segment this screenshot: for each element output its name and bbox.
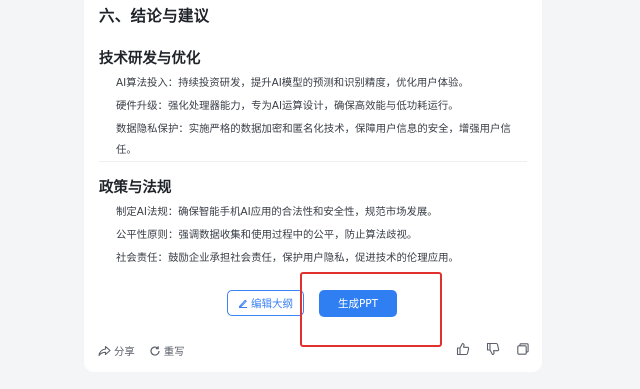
list-item: 硬件升级：强化处理器能力，专为AI运算设计，确保高效能与低功耗运行。 bbox=[116, 100, 459, 112]
section-title: 六、结论与建议 bbox=[99, 7, 210, 25]
list-item: 社会责任：鼓励企业承担社会责任，保护用户隐私，促进技术的伦理应用。 bbox=[116, 252, 459, 264]
share-label: 分享 bbox=[114, 346, 135, 358]
heading-tech-rnd: 技术研发与优化 bbox=[99, 51, 201, 67]
refresh-icon bbox=[149, 345, 161, 357]
list-item: 制定AI法规：确保智能手机AI应用的合法性和安全性，规范市场发展。 bbox=[116, 206, 438, 218]
rewrite-button[interactable]: 重写 bbox=[149, 343, 185, 358]
list-item: 公平性原则：强调数据收集和使用过程中的公平，防止算法歧视。 bbox=[116, 229, 418, 241]
share-icon bbox=[98, 345, 111, 357]
thumbs-down-icon[interactable] bbox=[486, 342, 500, 356]
edit-outline-button[interactable]: 编辑大纲 bbox=[227, 290, 304, 316]
share-button[interactable]: 分享 bbox=[98, 343, 135, 358]
list-item: 数据隐私保护：实施严格的数据加密和匿名化技术，保障用户信息的安全，增强用户信任。 bbox=[116, 123, 511, 156]
edit-outline-label: 编辑大纲 bbox=[251, 297, 293, 310]
copy-icon[interactable] bbox=[516, 342, 530, 356]
feedback-actions bbox=[456, 342, 530, 356]
edit-icon bbox=[238, 298, 248, 308]
thumbs-up-icon[interactable] bbox=[456, 342, 470, 356]
heading-policy: 政策与法规 bbox=[99, 180, 172, 196]
highlight-box bbox=[300, 272, 442, 347]
divider bbox=[99, 161, 527, 162]
list-item: AI算法投入：持续投资研发，提升AI模型的预测和识别精度，优化用户体验。 bbox=[116, 77, 469, 89]
rewrite-label: 重写 bbox=[163, 346, 185, 358]
footer-actions: 分享 重写 bbox=[98, 343, 185, 358]
